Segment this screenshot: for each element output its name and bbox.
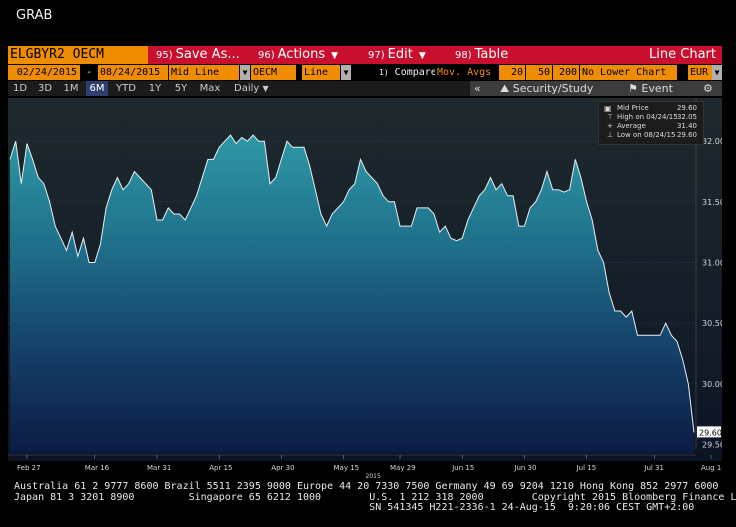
x-tick-labels: Feb 27 Mar 16 Mar 31 Apr 15 Apr 30 May 15 May …	[17, 464, 722, 480]
chevron-down-icon: ▼	[262, 84, 269, 93]
ma3-field[interactable]: 200	[553, 65, 579, 80]
range-5y[interactable]: 5Y	[170, 81, 192, 96]
security-study-label: Security/Study	[512, 82, 594, 95]
actions-menu[interactable]: 96) Actions ▼	[258, 46, 338, 64]
range-6m[interactable]: 6M	[86, 81, 108, 96]
legend-box[interactable]: ▣ Mid Price 29.60 ⊤ High on 04/24/15 32.…	[598, 101, 704, 145]
legend-value: 31.40	[676, 122, 697, 130]
ma1-field[interactable]: 20	[499, 65, 525, 80]
chart-icon: ⛰	[500, 82, 510, 95]
legend-value: 32.05	[676, 113, 697, 121]
event-label: Event	[641, 82, 673, 95]
source-select[interactable]: OECM	[251, 65, 296, 80]
y-tick-label: 31.00	[702, 259, 722, 268]
gear-icon[interactable]: ⚙	[703, 81, 713, 96]
last-value-label: 29.60	[699, 428, 722, 437]
date-separator: -	[86, 67, 93, 78]
range-3d[interactable]: 3D	[34, 81, 56, 96]
frequency-label: Daily	[234, 83, 260, 94]
ma2-field[interactable]: 50	[526, 65, 552, 80]
legend-average: + Average 31.40	[601, 122, 701, 131]
event-button[interactable]: ⚑ Event	[628, 81, 673, 96]
y-tick-label: 29.50	[702, 441, 722, 450]
menu-number: 95)	[156, 50, 173, 61]
x-tick-label: Apr 30	[271, 464, 294, 472]
compare-value[interactable]: Mov. Avgs	[435, 65, 497, 80]
legend-high: ⊤ High on 04/24/15 32.05	[601, 113, 701, 122]
legend-label: High on 04/24/15	[617, 113, 678, 121]
window-title: GRAB	[16, 8, 53, 23]
currency-select[interactable]: EUR	[688, 65, 712, 80]
high-marker-icon: ⊤	[607, 113, 614, 121]
range-max[interactable]: Max	[196, 81, 224, 96]
x-tick-label: Mar 16	[85, 464, 110, 472]
price-chart: 29.5030.0030.5031.0031.5032.0029.60 Feb …	[8, 98, 722, 461]
chart-type-label: Line Chart	[649, 47, 716, 62]
x-tick-label: Feb 27	[17, 464, 41, 472]
legend-mid-price: ▣ Mid Price 29.60	[601, 104, 701, 113]
lower-chart-select[interactable]: No Lower Chart	[580, 65, 677, 80]
field-select[interactable]: Mid Line	[169, 65, 239, 80]
menu-number: 96)	[258, 50, 275, 61]
x-tick-label: May 15	[334, 464, 360, 472]
style-select[interactable]: Line	[302, 65, 340, 80]
x-tick-label: Jul 15	[576, 464, 597, 472]
menu-label: Save As...	[175, 47, 240, 62]
chevron-down-icon: ▼	[331, 51, 339, 61]
collapse-button[interactable]: «	[474, 81, 481, 96]
legend-label: Average	[617, 122, 646, 130]
footer-contacts: Australia 61 2 9777 8600 Brazil 5511 239…	[14, 481, 736, 514]
legend-label: Low on 08/24/15	[617, 131, 676, 139]
table-menu[interactable]: 98) Table	[455, 46, 508, 64]
year-label: 2015	[366, 473, 381, 480]
chevron-down-icon[interactable]: ▼	[240, 65, 250, 80]
chevron-down-icon[interactable]: ▼	[341, 65, 351, 80]
frequency-select[interactable]: Daily ▼	[232, 81, 278, 96]
y-tick-label: 32.00	[702, 137, 722, 146]
menu-label: Actions	[277, 47, 326, 62]
flag-icon: ⚑	[628, 82, 638, 95]
low-marker-icon: ⊥	[607, 131, 614, 139]
y-tick-label: 30.00	[702, 380, 722, 389]
ticker-field[interactable]: ELGBYR2 OECM Index	[8, 46, 148, 80]
x-tick-label: Jul 31	[643, 464, 664, 472]
menu-label: Table	[474, 47, 509, 62]
chevron-down-icon: ▼	[418, 51, 426, 61]
x-tick-label: Jun 30	[513, 464, 536, 472]
x-tick-label: Jun 15	[451, 464, 474, 472]
start-date-field[interactable]: 02/24/2015	[8, 65, 80, 80]
menu-number: 97)	[368, 50, 385, 61]
chevron-down-icon[interactable]: ▼	[712, 65, 722, 80]
legend-value: 29.60	[676, 104, 697, 112]
security-study-button[interactable]: ⛰ Security/Study	[500, 81, 593, 96]
x-tick-label: Mar 31	[147, 464, 171, 472]
range-1d[interactable]: 1D	[10, 81, 30, 96]
legend-low: ⊥ Low on 08/24/15 29.60	[601, 131, 701, 140]
range-ytd[interactable]: YTD	[112, 81, 140, 96]
checkbox-icon[interactable]: ▣	[604, 104, 612, 113]
y-tick-label: 31.50	[702, 198, 722, 207]
save-as-menu[interactable]: 95) Save As...	[156, 46, 240, 64]
compare-number: 1)	[379, 68, 389, 77]
footer-line-1: Australia 61 2 9777 8600 Brazil 5511 239…	[14, 481, 719, 492]
menu-number: 98)	[455, 50, 472, 61]
average-marker-icon: +	[607, 122, 613, 130]
x-tick-label: Apr 15	[209, 464, 232, 472]
legend-label: Mid Price	[617, 104, 649, 112]
y-tick-label: 30.50	[702, 319, 722, 328]
compare-label[interactable]: 1) Compare	[377, 65, 437, 80]
range-1y[interactable]: 1Y	[144, 81, 166, 96]
menu-label: Edit	[387, 47, 413, 62]
footer-line-2: Japan 81 3 3201 8900 Singapore 65 6212 1…	[14, 491, 736, 503]
x-tick-label: Aug 14	[701, 464, 722, 472]
edit-menu[interactable]: 97) Edit ▼	[368, 46, 426, 64]
footer-line-3: SN 541345 H221-2336-1 24-Aug-15 9:20:06 …	[14, 502, 695, 513]
legend-value: 29.60	[676, 131, 697, 139]
range-1m[interactable]: 1M	[60, 81, 82, 96]
x-tick-label: May 29	[390, 464, 416, 472]
end-date-field[interactable]: 08/24/2015	[98, 65, 168, 80]
compare-text: Compare	[394, 67, 437, 78]
